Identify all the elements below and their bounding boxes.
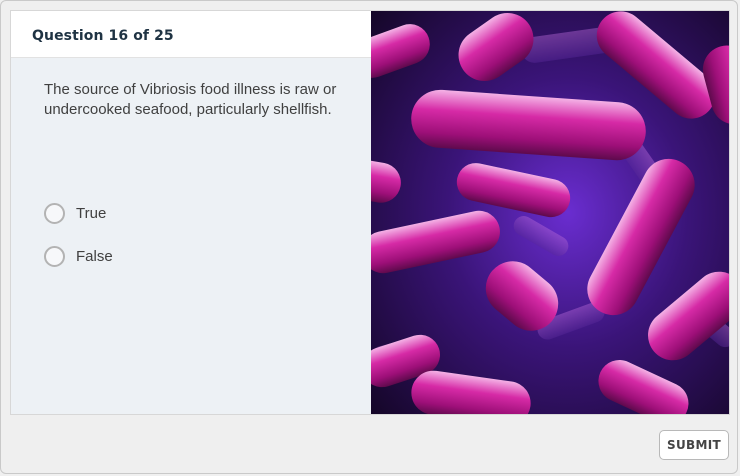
- submit-button[interactable]: SUBMIT: [659, 430, 729, 460]
- question-panel: Question 16 of 25 The source of Vibriosi…: [11, 11, 371, 414]
- bacteria-image: [371, 11, 729, 414]
- question-card: Question 16 of 25 The source of Vibriosi…: [10, 10, 730, 415]
- question-prompt: The source of Vibriosis food illness is …: [44, 81, 337, 118]
- choice-label-true: True: [76, 204, 107, 222]
- choice-label-false: False: [76, 247, 113, 265]
- choice-false[interactable]: False: [44, 243, 113, 269]
- radio-button-true[interactable]: [44, 202, 65, 224]
- question-header: Question 16 of 25: [11, 11, 371, 58]
- radio-button-false[interactable]: [44, 245, 65, 267]
- choice-true[interactable]: True: [44, 200, 106, 226]
- question-number: Question 16 of 25: [32, 28, 174, 44]
